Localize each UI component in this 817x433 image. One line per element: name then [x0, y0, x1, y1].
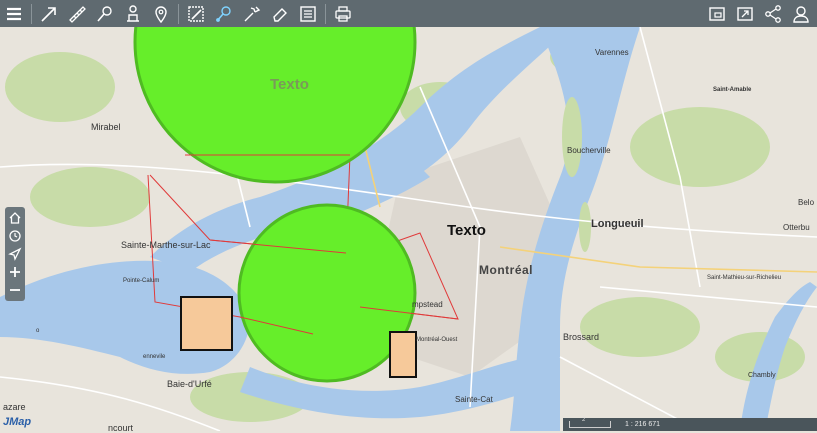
home-icon[interactable] [6, 209, 24, 227]
place-label: Boucherville [567, 146, 611, 155]
toolbar-separator [325, 3, 326, 24]
toolbar-separator [31, 3, 32, 24]
person-icon[interactable] [120, 1, 146, 27]
place-label: Saint-Mathieu-sur-Richelieu [707, 275, 782, 281]
annotation-rectangle-right[interactable] [389, 331, 417, 378]
share-icon[interactable] [760, 1, 786, 27]
toolbar-separator [178, 3, 179, 24]
place-label: Montréal [479, 263, 534, 277]
place-label: Saint-Amable [713, 87, 752, 93]
place-label: Sainte-Marthe-sur-Lac [121, 240, 211, 250]
place-label: Baie-d'Urfé [167, 379, 212, 389]
history-icon[interactable] [6, 227, 24, 245]
scale-bar-label: 2 [582, 417, 586, 423]
jmap-logo: JMap [3, 416, 32, 428]
place-label: Montréal-Ouest [416, 337, 458, 343]
move-icon[interactable] [239, 1, 265, 27]
ruler-icon[interactable] [64, 1, 90, 27]
place-label: azare [3, 402, 26, 412]
location-arrow-icon[interactable] [6, 245, 24, 263]
place-label: Brossard [563, 332, 600, 342]
zoom-out-icon[interactable] [6, 281, 24, 299]
place-label: ennevile [143, 354, 166, 360]
place-marker-icon[interactable] [148, 1, 174, 27]
place-label: o [36, 328, 40, 334]
selection-icon[interactable] [183, 1, 209, 27]
right-tools [703, 0, 815, 27]
menu-icon[interactable] [1, 1, 27, 27]
attribute-table-icon[interactable] [295, 1, 321, 27]
area-measure-icon[interactable] [92, 1, 118, 27]
place-label: mpstead [412, 300, 443, 309]
scale-text: 1 : 216 671 [625, 421, 661, 428]
annotation-circle-center[interactable] [237, 203, 417, 383]
text-annotation-top[interactable]: Texto [270, 76, 309, 93]
place-label: Belo [798, 198, 815, 207]
map-view[interactable]: Texto Texto Mirabel Sainte-Marthe-sur-La… [0, 27, 817, 433]
scale-line: 2 [569, 417, 611, 428]
place-label: Chambly [748, 372, 776, 379]
place-label: Mirabel [91, 122, 121, 132]
scale-bar: 2 1 : 216 671 [563, 417, 817, 431]
place-label: Otterbu [783, 223, 810, 232]
fullscreen-icon[interactable] [732, 1, 758, 27]
place-label: Longueuil [591, 218, 644, 230]
place-label: ncourt [108, 423, 134, 433]
map-navigation [5, 207, 25, 301]
eraser-icon[interactable] [267, 1, 293, 27]
place-label: Varennes [595, 48, 629, 57]
user-icon[interactable] [788, 1, 814, 27]
annotation-rectangle-left[interactable] [180, 296, 233, 351]
print-icon[interactable] [330, 1, 356, 27]
window-icon[interactable] [704, 1, 730, 27]
edit-vertices-icon[interactable] [211, 1, 237, 27]
island [579, 202, 591, 252]
place-label: Sainte-Cat [455, 395, 493, 404]
place-label: Pointe-Calum [123, 278, 160, 284]
island [562, 97, 582, 177]
toolbar [0, 0, 817, 27]
arrow-draw-icon[interactable] [36, 1, 62, 27]
zoom-in-icon[interactable] [6, 263, 24, 281]
map-canvas[interactable] [0, 27, 817, 431]
text-annotation-center[interactable]: Texto [447, 222, 486, 239]
